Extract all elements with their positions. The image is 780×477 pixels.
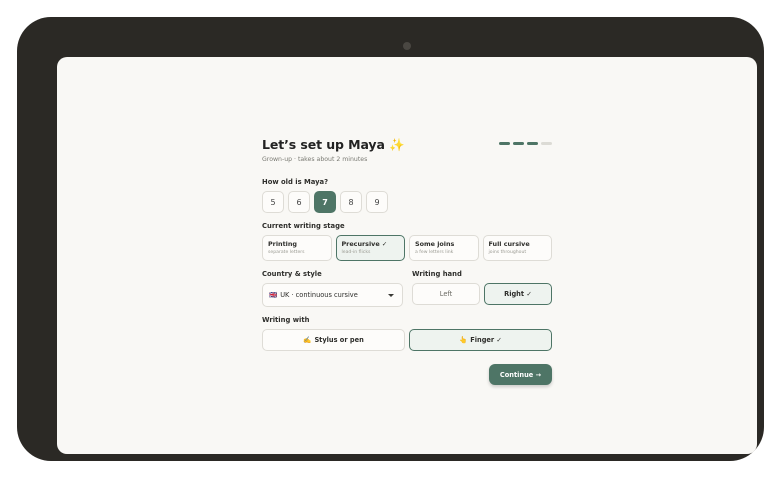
tool-label: Writing with — [262, 316, 310, 324]
stage-label: Current writing stage — [262, 222, 345, 230]
stage-selector: Printing separate letters Precursive ✓ l… — [262, 235, 552, 261]
stage-name: Precursive ✓ — [341, 240, 388, 248]
writing-hand-icon: ✍️ — [303, 336, 312, 344]
country-label: Country & style — [262, 270, 322, 278]
header: Let’s set up Maya ✨ Grown-up · takes abo… — [262, 137, 552, 171]
age-option-9[interactable]: 9 — [366, 191, 388, 213]
stage-desc: a few letters link — [415, 250, 454, 255]
sparkle-icon: ✨ — [389, 137, 405, 152]
stage-name: Printing — [268, 240, 297, 248]
uk-flag-icon: 🇬🇧 — [269, 291, 278, 299]
stage-option-printing[interactable]: Printing separate letters — [262, 235, 332, 261]
hand-label: Writing hand — [412, 270, 462, 278]
country-style-select[interactable]: 🇬🇧 UK · continuous cursive — [262, 283, 403, 307]
stage-name: Full cursive — [488, 240, 530, 248]
setup-panel: Let’s set up Maya ✨ Grown-up · takes abo… — [262, 137, 552, 385]
tool-option-stylus[interactable]: ✍️ Stylus or pen — [262, 329, 405, 351]
continue-button[interactable]: Continue → — [489, 364, 552, 385]
progress-step-3 — [527, 142, 538, 145]
stage-option-precursive[interactable]: Precursive ✓ lead-in flicks — [335, 235, 405, 261]
stage-desc: lead-in flicks — [341, 250, 371, 255]
tool-option-label: Finger ✓ — [470, 336, 502, 344]
age-option-8[interactable]: 8 — [340, 191, 362, 213]
chevron-down-icon — [388, 293, 394, 297]
page-subtitle: Grown-up · takes about 2 minutes — [262, 156, 368, 163]
tool-selector: ✍️ Stylus or pen 👆 Finger ✓ — [262, 329, 552, 351]
age-selector: 5 6 7 8 9 — [262, 191, 552, 213]
hand-option-right[interactable]: Right ✓ — [484, 283, 552, 305]
hand-option-left[interactable]: Left — [412, 283, 480, 305]
stage-desc: separate letters — [268, 250, 305, 255]
stage-name: Some joins — [415, 240, 455, 248]
camera-icon — [403, 42, 411, 50]
stage-option-full-cursive[interactable]: Full cursive joins throughout — [482, 235, 552, 261]
age-option-5[interactable]: 5 — [262, 191, 284, 213]
age-option-6[interactable]: 6 — [288, 191, 310, 213]
age-label: How old is Maya? — [262, 178, 329, 186]
tablet-bezel: Let’s set up Maya ✨ Grown-up · takes abo… — [17, 17, 764, 461]
age-option-7[interactable]: 7 — [314, 191, 336, 213]
stage-option-some-joins[interactable]: Some joins a few letters link — [409, 235, 479, 261]
progress-step-4 — [541, 142, 552, 145]
country-style-value: UK · continuous cursive — [280, 291, 358, 299]
tool-option-label: Stylus or pen — [314, 336, 364, 344]
pointing-finger-icon: 👆 — [459, 336, 468, 344]
stage-desc: joins throughout — [488, 250, 527, 255]
hand-selector: Left Right ✓ — [412, 283, 552, 305]
tool-option-finger[interactable]: 👆 Finger ✓ — [409, 329, 552, 351]
screen: Let’s set up Maya ✨ Grown-up · takes abo… — [57, 57, 757, 454]
page-title: Let’s set up Maya ✨ — [262, 137, 405, 152]
step-progress — [499, 142, 552, 145]
progress-step-1 — [499, 142, 510, 145]
progress-step-2 — [513, 142, 524, 145]
